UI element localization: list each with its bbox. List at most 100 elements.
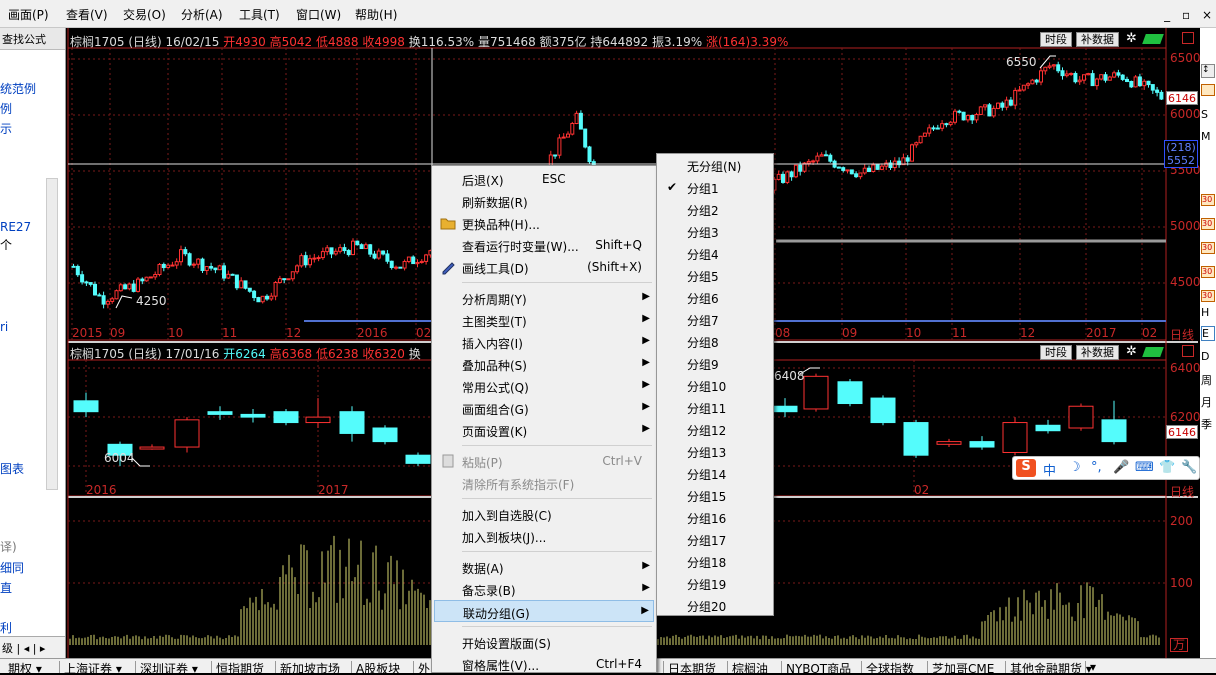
right-panel-badge[interactable]: 30 [1201,194,1215,206]
time-segment-button[interactable]: 时段 [1040,32,1072,47]
market-tab[interactable]: 棕榈油 [732,660,768,673]
link-group-item[interactable]: 分组4 [687,246,719,263]
link-group-item[interactable]: 分组10 [687,378,726,395]
link-group-item[interactable]: 分组1 [687,180,719,197]
link-group-item[interactable]: 分组11 [687,400,726,417]
market-tab[interactable]: 期权 ▾ [8,660,42,673]
right-panel-item[interactable]: M [1201,130,1211,143]
context-menu-item[interactable]: 开始设置版面(S) [434,631,654,653]
right-panel-badge[interactable]: 30 [1201,242,1215,254]
right-panel-item[interactable]: 季 [1201,416,1212,432]
market-tab[interactable]: A股板块 [356,660,400,673]
link-group-item[interactable]: 分组14 [687,466,726,483]
language-toggle[interactable]: 中 [1043,460,1056,479]
candle [179,249,183,263]
sogou-logo-icon[interactable]: S [1016,459,1036,477]
context-menu-item[interactable]: 更换品种(H)... [434,212,654,234]
gear-icon[interactable]: ✲ [1126,31,1137,46]
candle [320,251,325,259]
context-menu-item[interactable]: 主图类型(T) ▶ [434,309,654,331]
right-panel-item[interactable]: E [1201,326,1215,341]
context-menu-item[interactable]: 叠加品种(S) ▶ [434,353,654,375]
market-tab[interactable]: ▾ [1090,660,1096,673]
context-menu-item[interactable]: 画线工具(D) (Shift+X) [434,256,654,278]
market-tab[interactable]: 深圳证券 ▾ [140,660,198,673]
link-group-item[interactable]: 分组2 [687,202,719,219]
right-panel-badge[interactable]: 30 [1201,266,1215,278]
close-button[interactable]: × [1202,8,1212,22]
right-panel-item[interactable]: S [1201,108,1208,121]
candle [351,240,355,256]
link-group-item[interactable]: 分组19 [687,576,726,593]
right-panel-badge[interactable]: 30 [1201,290,1215,302]
link-group-item[interactable]: 分组13 [687,444,726,461]
link-group-item[interactable]: 分组15 [687,488,726,505]
moon-icon[interactable]: ☽ [1069,460,1081,475]
link-group-item[interactable]: 分组3 [687,224,719,241]
chart-option-icon[interactable] [1182,345,1194,357]
candle [174,419,200,448]
market-tab[interactable]: 芝加哥CME [932,660,994,673]
right-panel-item[interactable]: H [1201,306,1209,319]
market-tab[interactable]: 全球指数 [866,660,914,673]
link-group-item[interactable]: 分组9 [687,356,719,373]
context-menu-item[interactable]: 页面设置(K) ▶ [434,419,654,441]
right-panel-item[interactable]: 月 [1201,394,1212,410]
context-menu-item[interactable]: 窗格属性(V)... Ctrl+F4 [434,653,654,675]
candle [1094,78,1099,87]
link-group-item[interactable]: 分组16 [687,510,726,527]
context-menu-item[interactable]: 备忘录(B) ▶ [434,578,654,600]
wrench-icon[interactable]: 🔧 [1181,460,1197,475]
candle [1133,76,1138,88]
right-panel-badge[interactable] [1201,84,1215,96]
link-group-item[interactable]: 分组7 [687,312,719,329]
candle [974,113,979,121]
context-menu-item[interactable]: 分析周期(Y) ▶ [434,287,654,309]
context-menu-item[interactable]: 刷新数据(R) [434,190,654,212]
time-segment-button[interactable]: 时段 [1040,345,1072,360]
context-menu-item[interactable]: 后退(X) ESC [434,168,654,190]
market-tab[interactable]: NYBOT商品 [786,660,851,673]
punctuation-icon[interactable]: °, [1091,460,1102,475]
context-menu-item[interactable]: 插入内容(I) ▶ [434,331,654,353]
candle [965,114,970,121]
market-tab[interactable]: 外 [418,660,430,673]
chart1-turnover: 换116.53% [408,35,475,49]
microphone-icon[interactable]: 🎤 [1113,460,1129,475]
candle [871,164,876,172]
context-menu-item[interactable]: 常用公式(Q) ▶ [434,375,654,397]
link-group-item[interactable]: 分组12 [687,422,726,439]
fill-data-button[interactable]: 补数据 [1076,32,1119,47]
link-group-item[interactable]: 无分组(N) [687,158,741,175]
context-menu-item[interactable]: 加入到自选股(C) [434,503,654,525]
market-tab[interactable]: 新加坡市场 [280,660,340,673]
link-group-item[interactable]: 分组6 [687,290,719,307]
gear-icon[interactable]: ✲ [1126,344,1137,359]
market-tab[interactable]: 恒指期货 [216,660,264,673]
chart-option-icon[interactable] [1182,32,1194,44]
market-tab[interactable]: 其他金融期货 ▾ [1010,660,1092,673]
context-menu-item[interactable]: 联动分组(G) ▶ [434,600,654,622]
link-group-item[interactable]: 分组20 [687,598,726,615]
keyboard-icon[interactable]: ⌨ [1135,460,1154,475]
link-group-item[interactable]: 分组8 [687,334,719,351]
skin-icon[interactable]: 👕 [1159,460,1175,475]
market-tab[interactable]: 上海证券 ▾ [64,660,122,673]
fill-data-button[interactable]: 补数据 [1076,345,1119,360]
context-menu-item[interactable]: 查看运行时变量(W)... Shift+Q [434,234,654,256]
right-panel-item[interactable]: D [1201,350,1209,363]
x-axis-label: 2016 [86,483,117,497]
context-menu-item[interactable]: 加入到板块(J)... [434,525,654,547]
link-group-item[interactable]: 分组5 [687,268,719,285]
battery-icon [1142,34,1164,44]
context-menu-item[interactable]: 画面组合(G) ▶ [434,397,654,419]
right-panel-badge[interactable]: 30 [1201,218,1215,230]
link-group-item[interactable]: 分组17 [687,532,726,549]
context-menu-item[interactable]: 数据(A) ▶ [434,556,654,578]
menu-item-label: 粘贴(P) [462,456,503,470]
candle [578,112,583,130]
market-tab[interactable]: 日本期货 [668,660,716,673]
link-group-item[interactable]: 分组18 [687,554,726,571]
right-panel-button[interactable]: ↕ [1201,64,1215,78]
right-panel-item[interactable]: 周 [1201,372,1212,388]
